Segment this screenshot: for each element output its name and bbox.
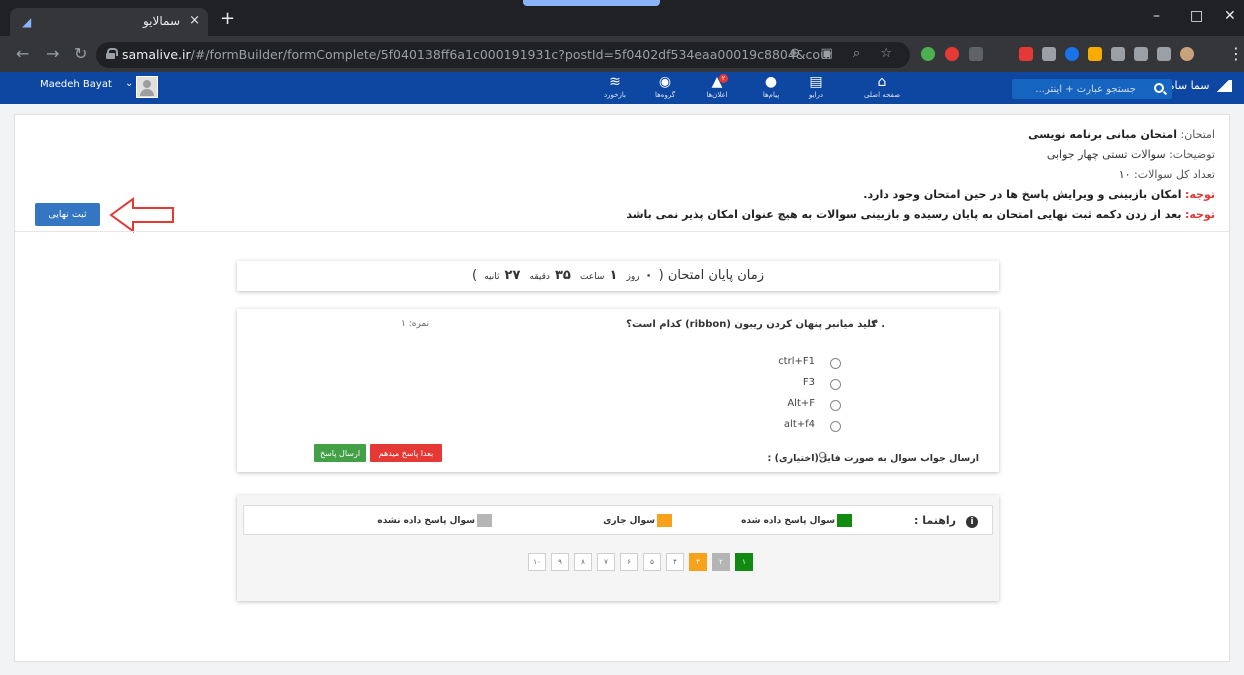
legend-current: سوال جاری: [603, 514, 672, 527]
unanswered-swatch: [477, 514, 492, 527]
legend-answered: سوال پاسخ داده شده: [741, 514, 852, 527]
exam-timer: زمان پایان امتحان ( ۰روز ۱ساعت ۳۵دقیقه ۲…: [472, 268, 764, 283]
nav-groups[interactable]: ◉ گروه‌ها: [645, 74, 685, 100]
browser-toolbar: ← → ↻ samalive.ir/#/formBuilder/formComp…: [0, 36, 1244, 72]
extension-icon[interactable]: [945, 47, 959, 61]
exam-page: امتحان: امتحان مبانی برنامه نویسی توضیحا…: [14, 114, 1230, 662]
reload-icon[interactable]: ↻: [74, 45, 87, 63]
nav-messages[interactable]: ● پیام‌ها: [751, 74, 791, 100]
search-input[interactable]: [1018, 81, 1136, 97]
lock-icon: [106, 48, 118, 59]
tab-close-icon[interactable]: ×: [189, 13, 200, 28]
site-search[interactable]: [1012, 79, 1172, 99]
playlist-icon[interactable]: [1134, 47, 1148, 61]
back-arrow-icon[interactable]: ←: [16, 45, 29, 63]
current-swatch: [657, 514, 672, 527]
question-card: ۳ . کلید میانبر پنهان کردن ریبون (ribbon…: [237, 309, 999, 472]
divider: [15, 231, 1229, 232]
answer-later-button[interactable]: بعدا پاسخ میدهم: [370, 444, 442, 462]
question-page-button[interactable]: ۵: [643, 553, 661, 571]
option-radio[interactable]: [830, 379, 841, 390]
tab-search-indicator: [523, 0, 660, 6]
browser-tab[interactable]: ◢ سمالایو ×: [10, 8, 208, 36]
arrow-left-icon: [109, 197, 174, 233]
extension-icon[interactable]: [921, 47, 935, 61]
extension-icon[interactable]: [969, 47, 983, 61]
site-header: سما سامانه ⌂ صفحه اصلی ▤ درایو ● پیام‌ها…: [0, 72, 1244, 104]
minimize-icon[interactable]: –: [1153, 8, 1160, 24]
forward-arrow-icon[interactable]: →: [46, 45, 59, 63]
new-tab-button[interactable]: +: [220, 10, 235, 28]
maximize-icon[interactable]: □: [1190, 8, 1203, 24]
exam-note-1: توجه: امکان بازبینی و ویرایش پاسخ ها در …: [863, 188, 1215, 201]
logo-mark-icon: [1216, 80, 1232, 92]
question-page-button[interactable]: ۸: [574, 553, 592, 571]
search-icon[interactable]: [1154, 83, 1164, 93]
file-upload-label: ارسال جواب سوال به صورت فایل(اختیاری) :: [767, 453, 979, 464]
exam-description: سوالات تستی چهار جوابی: [1046, 148, 1166, 161]
notification-badge: ۲: [719, 74, 728, 83]
url-text[interactable]: samalive.ir/#/formBuilder/formComplete/5…: [122, 47, 832, 62]
puzzle-icon[interactable]: [1111, 47, 1125, 61]
user-name[interactable]: Maedeh Bayat: [40, 79, 112, 90]
info-icon: i: [966, 516, 978, 528]
extension-icon[interactable]: [1065, 47, 1079, 61]
nav-drive[interactable]: ▤ درایو: [796, 74, 836, 100]
exam-count-row: تعداد کل سوالات: ۱۰: [1118, 168, 1215, 181]
nav-home[interactable]: ⌂ صفحه اصلی: [862, 74, 902, 100]
exam-note-2: توجه: بعد از زدن دکمه ثبت نهایی امتحان ب…: [626, 208, 1215, 221]
nav-notifications[interactable]: ▲ ۲ اعلان‌ها: [697, 74, 737, 100]
home-icon: ⌂: [877, 74, 887, 90]
key-icon[interactable]: [1157, 47, 1171, 61]
extension-icon[interactable]: [1042, 47, 1056, 61]
extension-icon[interactable]: [1088, 47, 1102, 61]
chevron-down-icon[interactable]: ⌄: [125, 78, 133, 89]
close-window-icon[interactable]: ✕: [1224, 8, 1236, 24]
answered-swatch: [837, 514, 852, 527]
exam-title: امتحان مبانی برنامه نویسی: [1028, 128, 1177, 141]
nav-feedback[interactable]: ≋ بازخورد: [595, 74, 635, 100]
final-submit-button[interactable]: ثبت نهایی: [35, 203, 100, 226]
omnibox-action-icons[interactable]: ⊕ ▣ ⌕ ☆: [789, 46, 900, 61]
drive-icon: ▤: [809, 74, 823, 90]
question-page-button[interactable]: ۲: [712, 553, 730, 571]
exam-desc-row: توضیحات: سوالات تستی چهار جوابی: [1046, 148, 1215, 161]
question-count: ۱۰: [1118, 168, 1131, 181]
option-radio[interactable]: [830, 400, 841, 411]
groups-icon: ◉: [658, 74, 672, 90]
extension-icon[interactable]: [1019, 47, 1033, 61]
legend-title: iراهنما :: [914, 514, 978, 528]
send-answer-button[interactable]: ارسال پاسخ: [314, 444, 366, 462]
option-radio[interactable]: [830, 358, 841, 369]
legend-unanswered: سوال پاسخ داده نشده: [377, 514, 492, 527]
question-score: نمره: ۱: [401, 319, 430, 329]
question-text: کلید میانبر پنهان کردن ریبون (ribbon) کد…: [626, 319, 877, 330]
question-page-button[interactable]: ۷: [597, 553, 615, 571]
legend: iراهنما : سوال پاسخ داده شده سوال جاری س…: [243, 505, 993, 535]
browser-tabbar: ◢ سمالایو × + – □ ✕: [0, 0, 1244, 36]
legend-card: iراهنما : سوال پاسخ داده شده سوال جاری س…: [237, 495, 999, 601]
exam-info: امتحان: امتحان مبانی برنامه نویسی توضیحا…: [626, 125, 1215, 225]
question-page-button[interactable]: ۱۰: [528, 553, 546, 571]
samalive-favicon-icon: ◢: [22, 15, 32, 29]
bell-icon: ▲: [711, 74, 723, 90]
chat-icon: ●: [764, 74, 778, 90]
question-page-button[interactable]: ۴: [666, 553, 684, 571]
exam-title-row: امتحان: امتحان مبانی برنامه نویسی: [1028, 128, 1215, 141]
option-radio[interactable]: [830, 421, 841, 432]
timer-card: زمان پایان امتحان ( ۰روز ۱ساعت ۳۵دقیقه ۲…: [237, 261, 999, 291]
question-page-button[interactable]: ۹: [551, 553, 569, 571]
address-bar[interactable]: samalive.ir/#/formBuilder/formComplete/5…: [96, 42, 910, 68]
question-page-button[interactable]: ۳: [689, 553, 707, 571]
tab-title: سمالایو: [142, 14, 180, 28]
feed-icon: ≋: [609, 74, 621, 90]
question-page-button[interactable]: ۶: [620, 553, 638, 571]
profile-avatar-icon[interactable]: [1180, 47, 1194, 61]
avatar[interactable]: [136, 76, 158, 98]
menu-dots-icon[interactable]: ⋮: [1228, 45, 1244, 63]
question-page-button[interactable]: ۱: [735, 553, 753, 571]
